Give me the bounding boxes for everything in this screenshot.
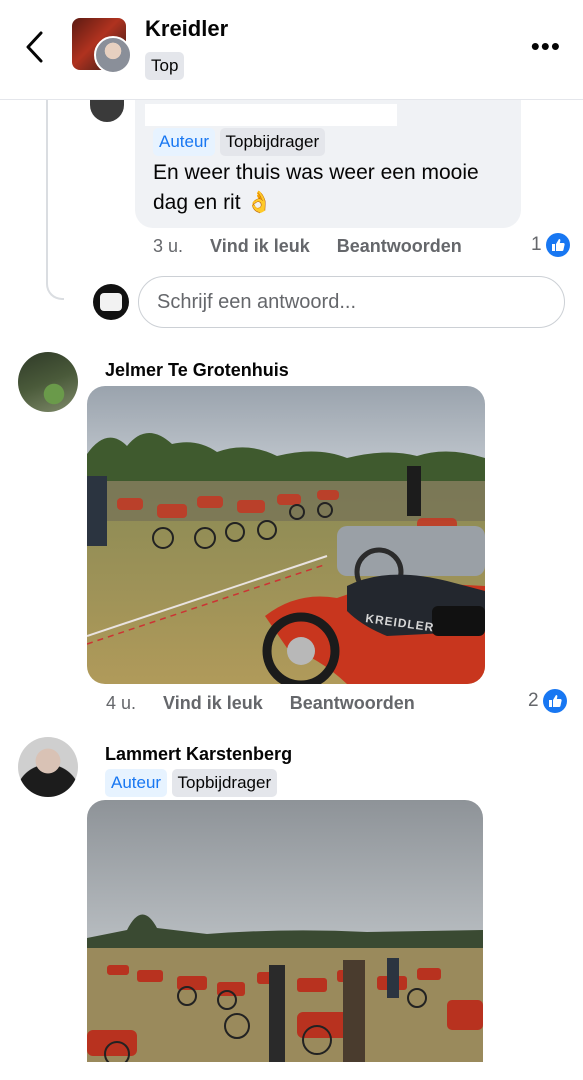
reply-text: En weer thuis was weer een mooie dag en … [153, 161, 479, 214]
timestamp: 4 u. [106, 693, 137, 713]
more-horizontal-icon[interactable]: ••• [531, 33, 561, 59]
like-button[interactable]: Vind ik leuk [210, 236, 310, 256]
top-badge: Top [145, 52, 185, 80]
group-name[interactable]: Kreidler [145, 16, 228, 42]
commenter-name[interactable]: Jelmer Te Grotenhuis [105, 360, 289, 381]
like-count[interactable]: 1 [531, 233, 570, 257]
avatar[interactable] [18, 352, 78, 412]
thread-line [46, 100, 64, 300]
author-badge: Auteur [153, 128, 216, 156]
reply-bubble: Auteur Topbijdrager En weer thuis was we… [135, 100, 521, 228]
comment-photo[interactable] [87, 800, 483, 1062]
top-contributor-badge: Topbijdrager [219, 128, 326, 156]
like-button[interactable]: Vind ik leuk [163, 693, 263, 713]
avatar[interactable] [18, 737, 78, 797]
like-count-number: 2 [528, 690, 539, 711]
thumbs-up-icon [545, 233, 570, 257]
top-bar: Kreidler Top ••• [0, 0, 583, 100]
motorcycle-meet-photo [87, 800, 483, 1062]
chevron-left-icon[interactable] [22, 30, 48, 64]
commenter-name[interactable]: Lammert Karstenberg [105, 744, 292, 765]
comment-photo[interactable]: KREIDLER [87, 386, 485, 684]
my-avatar [93, 284, 129, 320]
reply-actions: 3 u. Vind ik leuk Beantwoorden [153, 236, 484, 257]
top-contributor-badge: Topbijdrager [171, 769, 278, 797]
reply-button[interactable]: Beantwoorden [290, 693, 415, 713]
timestamp: 3 u. [153, 236, 184, 256]
reply-button[interactable]: Beantwoorden [337, 236, 462, 256]
author-badge: Auteur [105, 769, 168, 797]
badges: Auteur Topbijdrager [105, 769, 278, 797]
like-count[interactable]: 2 [528, 689, 567, 713]
comment-actions: 4 u. Vind ik leuk Beantwoorden [106, 693, 437, 714]
group-avatar[interactable] [72, 18, 132, 74]
reply-input[interactable]: Schrijf een antwoord... [138, 276, 565, 328]
like-count-number: 1 [531, 234, 542, 255]
user-mini-avatar [94, 36, 132, 74]
thumbs-up-icon [542, 689, 567, 713]
redacted-name [145, 104, 397, 126]
motorcycle-meet-photo: KREIDLER [87, 386, 485, 684]
